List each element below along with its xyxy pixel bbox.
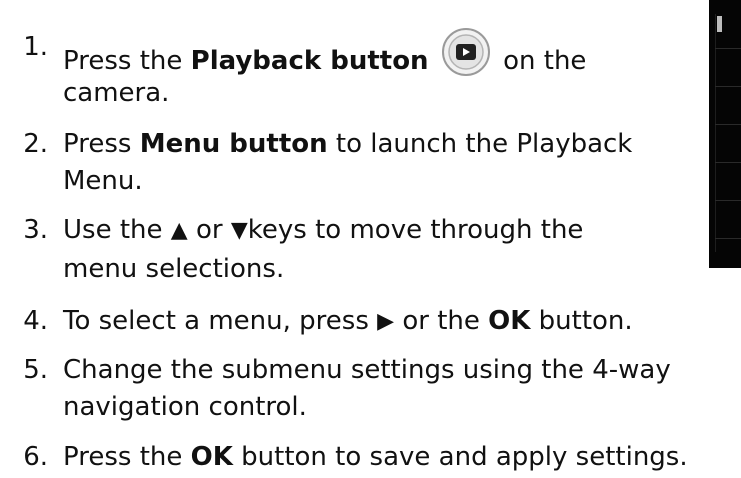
step-text: Press Menu button to launch the Playback bbox=[63, 124, 632, 164]
step-number: 1. bbox=[23, 32, 48, 62]
menu-row-divider bbox=[715, 200, 741, 201]
menu-row-divider bbox=[715, 86, 741, 87]
step-number: 4. bbox=[23, 306, 48, 336]
step-text-part: to launch the Playback bbox=[327, 129, 633, 159]
step-text-part: To select a menu, press bbox=[63, 306, 378, 336]
step-text-part: or the bbox=[394, 306, 489, 336]
step-text-part: Press bbox=[63, 129, 140, 159]
step-text: Change the submenu settings using the 4-… bbox=[63, 355, 671, 385]
camera-screen-image bbox=[709, 0, 741, 268]
menu-row-divider bbox=[715, 48, 741, 49]
step-number: 6. bbox=[23, 442, 48, 472]
step-text-part: or bbox=[187, 215, 231, 245]
step-number: 5. bbox=[23, 355, 48, 385]
step-text: camera. bbox=[63, 78, 170, 108]
step-text: To select a menu, press ▶ or the OK butt… bbox=[63, 301, 633, 342]
scroll-indicator bbox=[717, 16, 722, 32]
menu-row-divider bbox=[715, 238, 741, 239]
playback-button-icon bbox=[441, 27, 491, 77]
right-arrow-icon: ▶ bbox=[377, 309, 395, 334]
up-arrow-icon: ▲ bbox=[170, 218, 188, 243]
playback-button-label: Playback button bbox=[190, 46, 429, 76]
step-text-part: Use the bbox=[63, 215, 171, 245]
step-number: 3. bbox=[23, 215, 48, 245]
step-text-part: button to save and apply settings. bbox=[232, 442, 688, 472]
ok-button-label: OK bbox=[190, 442, 233, 472]
step-text-part: Press the bbox=[63, 46, 191, 76]
step-text: Use the ▲ or ▼keys to move through the bbox=[63, 210, 583, 251]
step-text-part: Press the bbox=[63, 442, 191, 472]
step-text-part: on the bbox=[494, 46, 587, 76]
menu-row-divider bbox=[715, 162, 741, 163]
step-text: navigation control. bbox=[63, 392, 307, 422]
step-text-part: button. bbox=[530, 306, 633, 336]
step-text: menu selections. bbox=[63, 254, 285, 284]
ok-button-label: OK bbox=[488, 306, 531, 336]
step-text: Menu. bbox=[63, 166, 143, 196]
step-number: 2. bbox=[23, 129, 48, 159]
step-text-part: keys to move through the bbox=[247, 215, 584, 245]
down-arrow-icon: ▼ bbox=[230, 218, 248, 243]
menu-button-label: Menu button bbox=[139, 129, 328, 159]
step-text: Press the OK button to save and apply se… bbox=[63, 437, 688, 477]
menu-row-divider bbox=[715, 124, 741, 125]
screen-divider bbox=[715, 14, 716, 252]
